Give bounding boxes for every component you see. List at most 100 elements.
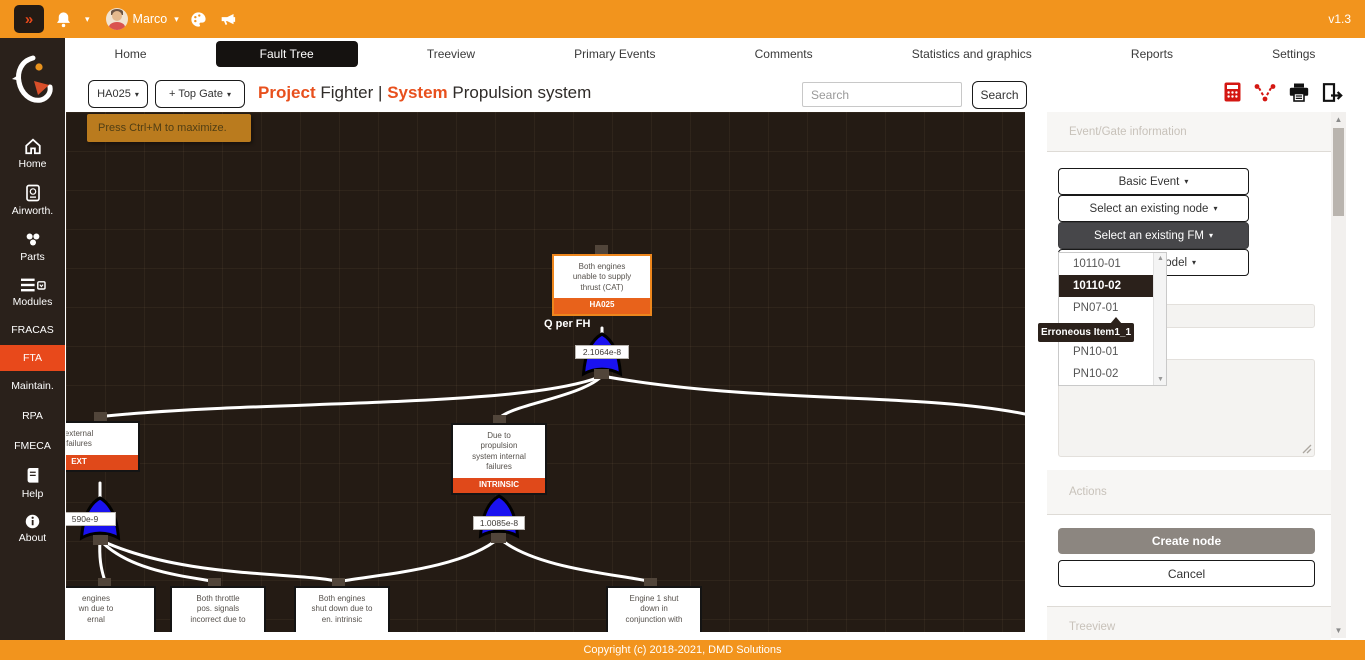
section-title: Event/Gate information: [1069, 126, 1187, 138]
search-input[interactable]: [802, 82, 962, 107]
scroll-up-icon[interactable]: ▲: [1154, 255, 1167, 262]
connector-handle[interactable]: [94, 412, 107, 421]
system-label: System: [387, 83, 447, 102]
fault-tree-node-bottom-2[interactable]: Both throttlepos. signalsincorrect due t…: [170, 586, 266, 632]
scroll-up-icon[interactable]: ▲: [1331, 115, 1346, 124]
node-code-banner: INTRINSIC: [453, 478, 545, 493]
resize-grip-icon[interactable]: [1302, 444, 1312, 454]
sidebar-item-maintain[interactable]: Maintain.: [0, 371, 65, 401]
caret-down-icon: ▾: [1209, 231, 1213, 240]
connector-handle[interactable]: [595, 245, 608, 254]
tab-statistics-and-graphics[interactable]: Statistics and graphics: [882, 41, 1062, 67]
app-version-label: v1.3: [1328, 12, 1351, 26]
fault-tree-canvas[interactable]: Press Ctrl+M to maximize. Both enginesun…: [66, 112, 1025, 632]
node-description: Both throttlepos. signalsincorrect due t…: [172, 588, 264, 630]
sidebar-item-fta[interactable]: FTA: [0, 345, 65, 371]
fm-list-item[interactable]: PN10-01: [1059, 341, 1155, 363]
footer-bar: Copyright (c) 2018-2021, DMD Solutions: [0, 640, 1365, 660]
sidebar-item-airworthiness[interactable]: Airworth.: [0, 177, 65, 224]
event-type-dropdown[interactable]: Basic Event▾: [1058, 168, 1249, 195]
tab-fault-tree[interactable]: Fault Tree: [216, 41, 358, 67]
caret-down-icon: ▾: [1192, 258, 1196, 267]
add-top-gate-dropdown[interactable]: + Top Gate▾: [155, 80, 245, 108]
app-logo-bird-icon: [10, 54, 56, 113]
fault-tree-node-external[interactable]: externalfailures EXT: [66, 421, 140, 472]
node-description: Both enginesunable to supplythrust (CAT): [554, 256, 650, 298]
title-separator: |: [378, 83, 382, 102]
cancel-button[interactable]: Cancel: [1058, 560, 1315, 587]
sidebar-item-label: Home: [18, 158, 46, 170]
caret-down-icon: ▾: [1213, 204, 1217, 213]
sidebar-item-fracas[interactable]: FRACAS: [0, 315, 65, 345]
gate-probability-label: 590e-9: [66, 512, 116, 526]
fault-tree-node-bottom-4[interactable]: Engine 1 shutdown inconjunction with: [606, 586, 702, 632]
app-window: » ▾ Marco ▾ v1.3 Home: [0, 0, 1365, 660]
export-icon[interactable]: [1322, 83, 1343, 102]
caret-down-icon: ▾: [135, 90, 139, 99]
sidebar-item-home[interactable]: Home: [0, 131, 65, 177]
sidebar-item-about[interactable]: About: [0, 507, 65, 551]
sidebar-item-parts[interactable]: Parts: [0, 224, 65, 270]
fm-list-item[interactable]: 10110-01: [1059, 253, 1155, 275]
tab-primary-events[interactable]: Primary Events: [544, 41, 685, 67]
existing-node-dropdown[interactable]: Select an existing node▾: [1058, 195, 1249, 222]
scroll-down-icon[interactable]: ▼: [1331, 626, 1346, 635]
section-title: Actions: [1069, 486, 1107, 498]
tab-comments[interactable]: Comments: [725, 41, 843, 67]
calculate-icon[interactable]: [1224, 82, 1241, 102]
create-node-button[interactable]: Create node: [1058, 528, 1315, 554]
panel-scrollbar[interactable]: ▲ ▼: [1331, 112, 1346, 638]
fault-tree-node-intrinsic[interactable]: Due topropulsionsystem internalfailures …: [451, 423, 547, 495]
scroll-down-icon[interactable]: ▼: [1154, 376, 1167, 383]
theme-palette-icon[interactable]: [189, 10, 208, 29]
fault-tree-node-top[interactable]: Both enginesunable to supplythrust (CAT)…: [552, 254, 652, 316]
passport-icon: [25, 184, 41, 202]
fault-tree-toolbar: HA025▾ + Top Gate▾ Project Fighter | Sys…: [65, 72, 1365, 112]
tree-select-dropdown[interactable]: HA025▾: [88, 80, 148, 108]
connector-handle[interactable]: [491, 533, 506, 543]
connector-handle[interactable]: [93, 535, 108, 545]
node-description: engineswn due toernal: [66, 588, 154, 630]
sidebar-item-label: Airworth.: [12, 205, 53, 217]
connector-handle[interactable]: [594, 369, 609, 379]
scrollbar-thumb[interactable]: [1333, 128, 1344, 216]
sidebar-nav: Home Airworth. Parts Modules FRACAS FTA …: [0, 38, 65, 640]
tree-layout-icon[interactable]: [1254, 83, 1276, 102]
sidebar-item-label: FTA: [23, 352, 42, 364]
help-book-icon: [25, 468, 41, 485]
existing-fm-dropdown[interactable]: Select an existing FM▾: [1058, 222, 1249, 249]
caret-down-icon: ▾: [1184, 177, 1188, 186]
chevrons-right-icon: »: [25, 11, 33, 28]
fm-list-item-selected[interactable]: 10110-02: [1059, 275, 1155, 297]
sidebar-item-rpa[interactable]: RPA: [0, 401, 65, 431]
tab-treeview[interactable]: Treeview: [397, 41, 505, 67]
tab-reports[interactable]: Reports: [1101, 41, 1203, 67]
fm-list-item[interactable]: PN10-02: [1059, 363, 1155, 385]
sidebar-item-modules[interactable]: Modules: [0, 270, 65, 315]
modules-menu-icon: [20, 277, 46, 293]
fault-tree-node-bottom-1[interactable]: engineswn due toernal: [66, 586, 156, 632]
sidebar-item-fmeca[interactable]: FMECA: [0, 431, 65, 461]
fault-tree-node-bottom-3[interactable]: Both enginesshut down due toen. intrinsi…: [294, 586, 390, 632]
node-code-banner: HA025: [554, 298, 650, 313]
fm-list-item[interactable]: PN07-01: [1059, 297, 1155, 319]
search-button[interactable]: Search: [972, 81, 1027, 109]
node-description: Engine 1 shutdown inconjunction with: [608, 588, 700, 630]
user-menu[interactable]: Marco ▾: [106, 8, 179, 30]
home-icon: [24, 138, 42, 155]
sidebar-collapse-button[interactable]: »: [14, 5, 44, 33]
list-scrollbar[interactable]: ▲ ▼: [1153, 253, 1166, 385]
user-avatar: [106, 8, 128, 30]
sidebar-item-help[interactable]: Help: [0, 461, 65, 507]
print-icon[interactable]: [1289, 83, 1309, 102]
tab-settings[interactable]: Settings: [1242, 41, 1345, 67]
tab-home[interactable]: Home: [85, 41, 177, 67]
sidebar-item-label: About: [19, 532, 46, 544]
announcements-megaphone-icon[interactable]: [218, 10, 238, 29]
copyright-text: Copyright (c) 2018-2021, DMD Solutions: [583, 644, 781, 656]
notifications-bell-icon[interactable]: [54, 10, 73, 29]
bell-caret-icon[interactable]: ▾: [85, 14, 90, 25]
sidebar-item-label: FMECA: [14, 440, 51, 452]
system-name: Propulsion system: [452, 83, 591, 102]
node-code-banner: EXT: [66, 455, 138, 470]
